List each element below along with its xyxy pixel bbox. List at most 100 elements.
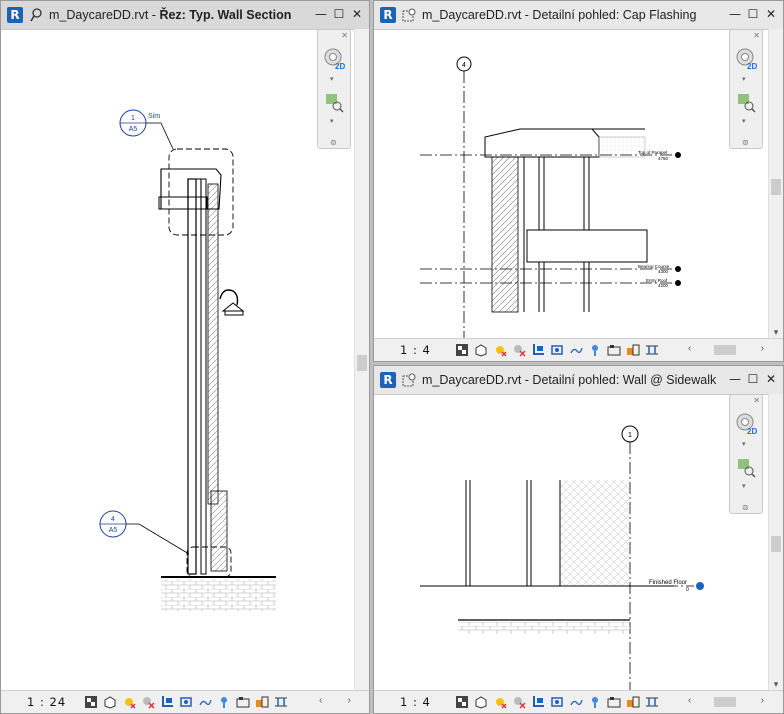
view-titlebar[interactable]: R m_DaycareDD.rvt - Detailní pohled: Wal…: [374, 366, 783, 395]
maximize-button[interactable]: ☐: [331, 6, 347, 22]
reveal-hidden-icon[interactable]: [235, 694, 251, 710]
navigation-bar[interactable]: ✕ 2D ▾ ▾ ⊜: [729, 394, 763, 514]
sun-path-icon[interactable]: [492, 694, 508, 710]
worksharing-icon[interactable]: [254, 694, 270, 710]
section-view-icon: [30, 8, 42, 22]
view-window-wall-section[interactable]: R m_DaycareDD.rvt - Řez: Typ. Wall Secti…: [0, 0, 370, 714]
level-name-top-of-parapet: Top of Parapet: [638, 150, 668, 155]
visual-style-icon[interactable]: [473, 694, 489, 710]
navbar-close-icon[interactable]: ✕: [341, 31, 348, 40]
close-button[interactable]: ✕: [763, 371, 779, 387]
temporary-hide-icon[interactable]: [587, 694, 603, 710]
chevron-down-icon[interactable]: ▾: [330, 117, 334, 125]
analysis-icon[interactable]: [273, 694, 289, 710]
view-scale[interactable]: 1 : 4: [400, 695, 431, 709]
sun-path-icon[interactable]: [492, 342, 508, 358]
zoom-icon[interactable]: [735, 92, 757, 114]
chevron-down-icon[interactable]: ▾: [742, 75, 746, 83]
crop-view-icon[interactable]: [530, 694, 546, 710]
scrollbar-thumb[interactable]: [771, 536, 781, 552]
zoom-icon[interactable]: [323, 92, 345, 114]
view-window-cap-flashing[interactable]: R m_DaycareDD.rvt - Detailní pohled: Cap…: [373, 0, 784, 362]
unlock-3d-icon[interactable]: [568, 342, 584, 358]
shadows-icon[interactable]: [511, 694, 527, 710]
scroll-right-arrow-icon[interactable]: ›: [348, 695, 351, 706]
maximize-button[interactable]: ☐: [745, 6, 761, 22]
navbar-close-icon[interactable]: ✕: [753, 31, 760, 40]
chevron-down-icon[interactable]: ▾: [742, 117, 746, 125]
view-window-wall-at-sidewalk[interactable]: R m_DaycareDD.rvt - Detailní pohled: Wal…: [373, 365, 784, 714]
scroll-left-arrow-icon[interactable]: ‹: [688, 343, 691, 354]
temporary-hide-icon[interactable]: [216, 694, 232, 710]
view-scale[interactable]: 1 : 4: [400, 343, 431, 357]
vertical-scrollbar[interactable]: ▾: [768, 394, 783, 691]
navbar-close-icon[interactable]: ✕: [753, 396, 760, 405]
show-crop-icon[interactable]: [549, 694, 565, 710]
chevron-down-icon[interactable]: ▾: [330, 75, 334, 83]
horizontal-scrollbar[interactable]: ‹ ›: [686, 695, 766, 709]
reveal-hidden-icon[interactable]: [606, 694, 622, 710]
view-titlebar[interactable]: R m_DaycareDD.rvt - Řez: Typ. Wall Secti…: [1, 1, 369, 30]
horizontal-scrollbar[interactable]: ‹ ›: [317, 695, 353, 709]
view-title-file: m_DaycareDD.rvt -: [49, 8, 160, 22]
scroll-down-arrow-icon[interactable]: ▾: [769, 325, 783, 339]
crop-view-icon[interactable]: [530, 342, 546, 358]
minimize-button[interactable]: —: [727, 6, 743, 22]
shadows-icon[interactable]: [511, 342, 527, 358]
drawing-canvas[interactable]: 1 A5 Sim 4 A5 ✕ 2D ▾ ▾ ⊜: [1, 29, 355, 691]
scroll-right-arrow-icon[interactable]: ›: [761, 695, 764, 706]
detail-level-icon[interactable]: [454, 694, 470, 710]
scrollbar-thumb[interactable]: [714, 697, 736, 707]
level-elev-bearing-course: 4300: [658, 269, 669, 274]
view-title: m_DaycareDD.rvt - Řez: Typ. Wall Section: [49, 8, 291, 22]
unlock-3d-icon[interactable]: [197, 694, 213, 710]
show-crop-icon[interactable]: [178, 694, 194, 710]
drawing-canvas[interactable]: 1 Finished Floor 0 ✕ 2D ▾ ▾ ⊜: [374, 394, 769, 693]
analysis-icon[interactable]: [644, 342, 660, 358]
view-scale[interactable]: 1 : 24: [27, 695, 66, 709]
scroll-down-arrow-icon[interactable]: ▾: [769, 677, 783, 691]
minimize-button[interactable]: —: [727, 371, 743, 387]
scroll-right-arrow-icon[interactable]: ›: [761, 343, 764, 354]
scrollbar-thumb[interactable]: [714, 345, 736, 355]
navigation-bar[interactable]: ✕ 2D ▾ ▾ ⊜: [317, 29, 351, 149]
sun-path-icon[interactable]: [121, 694, 137, 710]
zoom-icon[interactable]: [735, 457, 757, 479]
show-crop-icon[interactable]: [549, 342, 565, 358]
vertical-scrollbar[interactable]: [354, 29, 369, 691]
section-tag-2-top: 4: [111, 516, 115, 523]
navbar-options-icon[interactable]: ⊜: [330, 138, 337, 147]
vertical-scrollbar[interactable]: ▾: [768, 29, 783, 339]
crop-view-icon[interactable]: [159, 694, 175, 710]
visual-style-icon[interactable]: [473, 342, 489, 358]
detail-level-icon[interactable]: [454, 342, 470, 358]
worksharing-icon[interactable]: [625, 694, 641, 710]
visual-style-icon[interactable]: [102, 694, 118, 710]
level-elev-entry-roof: 4200: [658, 283, 669, 288]
horizontal-scrollbar[interactable]: ‹ ›: [686, 343, 766, 357]
worksharing-icon[interactable]: [625, 342, 641, 358]
shadows-icon[interactable]: [140, 694, 156, 710]
maximize-button[interactable]: ☐: [745, 371, 761, 387]
scrollbar-thumb[interactable]: [357, 355, 367, 371]
close-button[interactable]: ✕: [349, 6, 365, 22]
detail-level-icon[interactable]: [83, 694, 99, 710]
scroll-left-arrow-icon[interactable]: ‹: [688, 695, 691, 706]
navbar-options-icon[interactable]: ⊜: [742, 138, 749, 147]
view-control-bar: 1 : 24 ‹ ›: [1, 690, 369, 713]
scroll-left-arrow-icon[interactable]: ‹: [319, 695, 322, 706]
reveal-hidden-icon[interactable]: [606, 342, 622, 358]
chevron-down-icon[interactable]: ▾: [742, 440, 746, 448]
analysis-icon[interactable]: [644, 694, 660, 710]
close-button[interactable]: ✕: [763, 6, 779, 22]
cap-flashing-drawing: 4 Top of Parapet 4750 Bearing Course 430…: [420, 56, 681, 341]
chevron-down-icon[interactable]: ▾: [742, 482, 746, 490]
drawing-canvas[interactable]: 4 Top of Parapet 4750 Bearing Course 430…: [374, 29, 769, 341]
temporary-hide-icon[interactable]: [587, 342, 603, 358]
navbar-options-icon[interactable]: ⊜: [742, 503, 749, 512]
scrollbar-thumb[interactable]: [771, 179, 781, 195]
navigation-bar[interactable]: ✕ 2D ▾ ▾ ⊜: [729, 29, 763, 149]
view-titlebar[interactable]: R m_DaycareDD.rvt - Detailní pohled: Cap…: [374, 1, 783, 30]
unlock-3d-icon[interactable]: [568, 694, 584, 710]
minimize-button[interactable]: —: [313, 6, 329, 22]
